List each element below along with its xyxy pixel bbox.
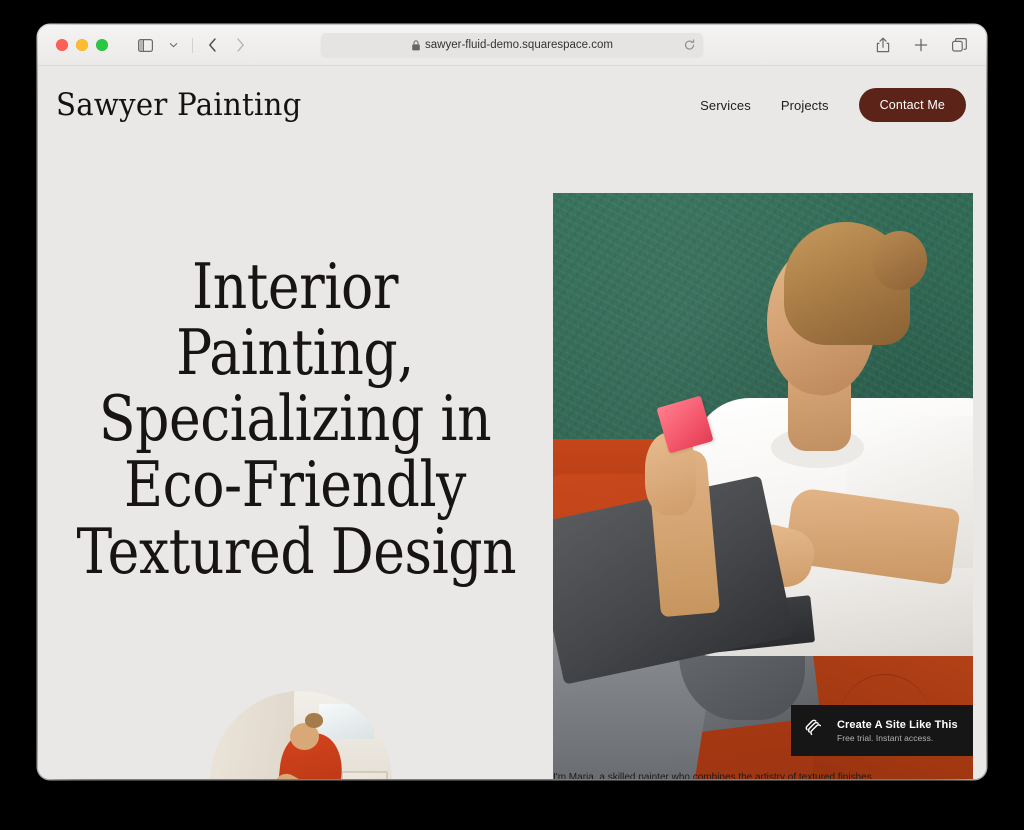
headline-line-2: Painting,	[176, 316, 414, 390]
share-icon[interactable]	[870, 32, 896, 58]
hero-person-hair-bun	[872, 231, 927, 290]
window-controls	[38, 39, 108, 51]
hero-photo-woman-with-laptop	[553, 193, 973, 779]
promo-text-group: Create A Site Like This Free trial. Inst…	[837, 719, 958, 743]
site-nav: Services Projects Contact Me	[700, 88, 966, 122]
contact-me-button[interactable]: Contact Me	[858, 88, 966, 122]
page-viewport: Sawyer Painting Services Projects Contac…	[38, 66, 986, 779]
toolbar-right-group	[870, 32, 972, 58]
back-button[interactable]	[199, 32, 225, 58]
lock-icon	[411, 39, 420, 51]
hero-left-column: Interior Painting, Specializing in Eco-F…	[38, 144, 552, 779]
toolbar-divider	[192, 37, 193, 53]
browser-toolbar: sawyer-fluid-demo.squarespace.com	[38, 25, 986, 66]
site-logo[interactable]: Sawyer Painting	[56, 87, 302, 123]
nav-link-services[interactable]: Services	[700, 98, 751, 113]
arch-stool	[341, 771, 389, 779]
headline-line-4: Eco-Friendly	[123, 448, 467, 522]
headline-line-3: Specializing in	[98, 382, 492, 456]
maximize-window-button[interactable]	[96, 39, 108, 51]
sidebar-icon[interactable]	[132, 32, 158, 58]
toolbar-nav-group	[132, 32, 253, 58]
tab-overview-icon[interactable]	[946, 32, 972, 58]
arch-person-hair-bun	[304, 713, 323, 728]
arch-photo-painter-at-work	[210, 691, 392, 779]
intro-caption: I'm Maria, a skilled painter who combine…	[553, 772, 872, 779]
forward-button[interactable]	[227, 32, 253, 58]
plus-icon[interactable]	[908, 32, 934, 58]
squarespace-logo-icon	[803, 717, 826, 745]
address-bar[interactable]: sawyer-fluid-demo.squarespace.com	[320, 32, 704, 58]
promo-title: Create A Site Like This	[837, 718, 958, 731]
arch-window	[319, 703, 374, 739]
nav-link-projects[interactable]: Projects	[781, 98, 829, 113]
squarespace-promo-banner[interactable]: Create A Site Like This Free trial. Inst…	[791, 705, 973, 756]
url-text: sawyer-fluid-demo.squarespace.com	[425, 39, 613, 51]
chevron-down-icon[interactable]	[160, 32, 186, 58]
arch-photo-content	[210, 691, 392, 779]
close-window-button[interactable]	[56, 39, 68, 51]
address-bar-wrapper: sawyer-fluid-demo.squarespace.com	[320, 32, 704, 58]
page-headline: Interior Painting, Specializing in Eco-F…	[76, 250, 517, 588]
reload-icon[interactable]	[684, 39, 696, 51]
site-header: Sawyer Painting Services Projects Contac…	[38, 66, 986, 144]
promo-subtitle: Free trial. Instant access.	[837, 732, 934, 743]
headline-line-1: Interior	[191, 250, 399, 323]
browser-window: sawyer-fluid-demo.squarespace.com Sawyer…	[38, 25, 986, 779]
headline-line-5: Textured Design	[76, 514, 517, 588]
minimize-window-button[interactable]	[76, 39, 88, 51]
